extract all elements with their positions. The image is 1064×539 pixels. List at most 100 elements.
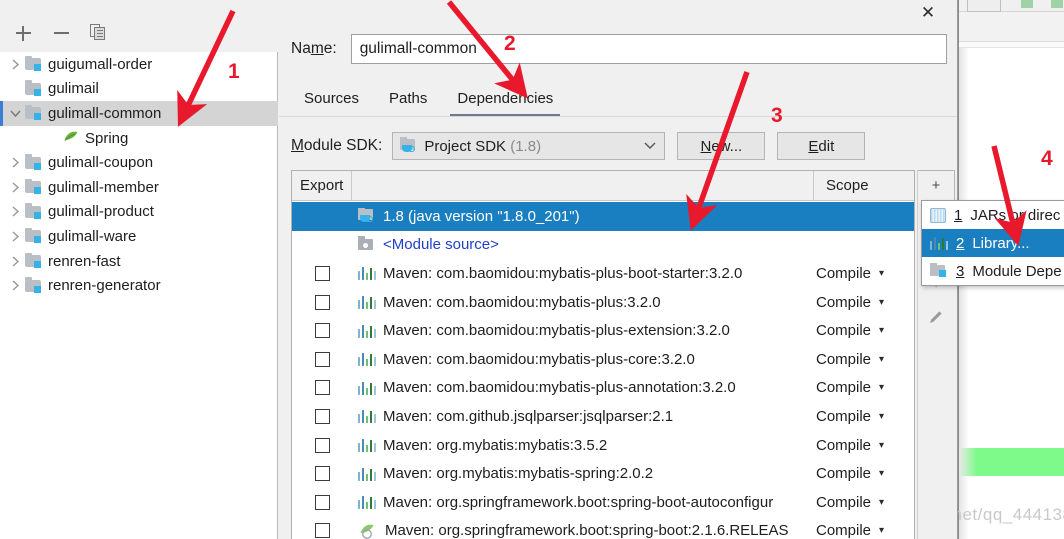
scope-value: Compile [816, 465, 872, 483]
menu-item-3[interactable]: 3 Module Depe [922, 257, 1064, 285]
chevron-down-icon[interactable]: ▾ [879, 297, 884, 308]
chevron-down-icon[interactable]: ▾ [879, 497, 884, 508]
tree-item-gulimall-product[interactable]: gulimall-product [0, 200, 278, 225]
column-header-name[interactable] [352, 171, 814, 200]
chevron-down-icon[interactable]: ▾ [879, 382, 884, 393]
cell-scope[interactable]: Compile ▾ [814, 437, 914, 454]
export-checkbox[interactable] [314, 265, 330, 281]
table-row[interactable]: 1.8 (java version "1.8.0_201") [292, 202, 914, 231]
edit-sdk-button[interactable]: Edit [777, 132, 866, 160]
module-name-label: Name: [291, 40, 337, 57]
new-sdk-button[interactable]: New... [677, 132, 766, 160]
cell-export [292, 466, 352, 482]
tree-expand-icon[interactable] [6, 224, 24, 249]
export-checkbox[interactable] [314, 294, 330, 310]
cell-name: Maven: org.mybatis:mybatis:3.5.2 [352, 437, 814, 454]
table-row[interactable]: Maven: com.github.jsqlparser:jsqlparser:… [292, 402, 914, 431]
table-row[interactable]: Maven: org.springframework.boot:spring-b… [292, 488, 914, 517]
chevron-down-icon [644, 138, 656, 154]
chevron-down-icon[interactable]: ▾ [879, 525, 884, 536]
cell-export [292, 351, 352, 367]
module-icon [24, 277, 44, 294]
menu-item-2[interactable]: 2 Library... [922, 229, 1064, 257]
export-checkbox[interactable] [314, 466, 330, 482]
column-header-export[interactable]: Export [292, 171, 352, 200]
table-row[interactable]: Maven: com.baomidou:mybatis-plus-annotat… [292, 374, 914, 403]
library-icon [358, 467, 377, 481]
chevron-down-icon[interactable]: ▾ [879, 354, 884, 365]
spring-icon [60, 130, 82, 146]
export-checkbox[interactable] [314, 351, 330, 367]
export-checkbox[interactable] [314, 437, 330, 453]
annotation-number-4: 4 [1041, 147, 1053, 170]
add-module-icon[interactable] [12, 22, 34, 44]
chevron-down-icon[interactable]: ▾ [879, 440, 884, 451]
export-checkbox[interactable] [314, 408, 330, 424]
module-sdk-select[interactable]: Project SDK (1.8) [392, 132, 666, 160]
cell-scope[interactable]: Compile ▾ [814, 522, 914, 539]
tree-collapse-icon[interactable] [6, 101, 24, 126]
cell-scope[interactable]: Compile ▾ [814, 322, 914, 339]
background-toolbar-button [967, 0, 1001, 12]
tree-item-renren-fast[interactable]: renren-fast [0, 249, 278, 274]
tree-item-label: renren-generator [48, 277, 161, 295]
module-sdk-row: Module SDK: Project SDK (1.8) New... Edi… [291, 131, 866, 161]
table-row[interactable]: Maven: com.baomidou:mybatis-plus-core:3.… [292, 345, 914, 374]
cell-scope[interactable]: Compile ▾ [814, 494, 914, 511]
dependency-label: Maven: com.baomidou:mybatis-plus:3.2.0 [383, 293, 661, 311]
table-row[interactable]: Maven: com.baomidou:mybatis-plus:3.2.0 Co… [292, 288, 914, 317]
tree-item-label: gulimall-product [48, 203, 154, 221]
tab-sources[interactable]: Sources [289, 90, 374, 116]
remove-module-icon[interactable] [50, 22, 72, 44]
cell-scope[interactable]: Compile ▾ [814, 351, 914, 368]
modules-tree-list: guigumall-order gulimail gulimall-common Sp… [0, 52, 278, 298]
column-header-scope[interactable]: Scope [814, 171, 914, 200]
tree-expand-icon[interactable] [6, 200, 24, 225]
table-row[interactable]: <Module source> [292, 231, 914, 260]
tree-expand-icon[interactable] [6, 249, 24, 274]
tree-expand-icon[interactable] [6, 52, 24, 77]
library-icon [358, 381, 377, 395]
tree-item-gulimall-coupon[interactable]: gulimall-coupon [0, 150, 278, 175]
chevron-down-icon[interactable]: ▾ [879, 325, 884, 336]
tab-paths[interactable]: Paths [374, 90, 442, 116]
chevron-down-icon[interactable]: ▾ [879, 268, 884, 279]
export-checkbox[interactable] [314, 523, 330, 539]
cell-scope[interactable]: Compile ▾ [814, 379, 914, 396]
tree-item-Spring[interactable]: Spring [0, 126, 278, 151]
tree-item-renren-generator[interactable]: renren-generator [0, 273, 278, 298]
tree-item-gulimall-ware[interactable]: gulimall-ware [0, 224, 278, 249]
export-checkbox[interactable] [314, 380, 330, 396]
cell-scope[interactable]: Compile ▾ [814, 294, 914, 311]
tree-item-label: gulimall-common [48, 104, 162, 122]
cell-scope[interactable]: Compile ▾ [814, 465, 914, 482]
menu-mnemonic: 1 [954, 206, 963, 224]
chevron-down-icon[interactable]: ▾ [879, 468, 884, 479]
copy-module-icon[interactable] [88, 22, 110, 44]
table-row[interactable]: Maven: org.mybatis:mybatis:3.5.2 Compile ▾ [292, 431, 914, 460]
tree-item-label: guigumall-order [48, 55, 153, 73]
cell-scope[interactable]: Compile ▾ [814, 265, 914, 282]
tree-expand-icon[interactable] [6, 175, 24, 200]
module-name-input[interactable] [350, 34, 947, 64]
table-row[interactable]: Maven: org.springframework.boot:spring-b… [292, 517, 914, 539]
tree-item-gulimall-common[interactable]: gulimall-common [0, 101, 278, 126]
tabs-divider [279, 116, 957, 117]
cell-name: Maven: com.github.jsqlparser:jsqlparser:… [352, 408, 814, 425]
export-checkbox[interactable] [314, 323, 330, 339]
module-editor-pane: Name: SourcesPathsDependencies Module SD… [279, 0, 957, 539]
cell-scope[interactable]: Compile ▾ [814, 408, 914, 425]
scope-value: Compile [816, 436, 872, 454]
table-row[interactable]: Maven: com.baomidou:mybatis-plus-extensi… [292, 316, 914, 345]
tree-expand-icon[interactable] [6, 150, 24, 175]
module-icon [930, 262, 948, 279]
chevron-down-icon[interactable]: ▾ [879, 411, 884, 422]
menu-item-1[interactable]: 1 JARs or direc [922, 201, 1064, 229]
table-row[interactable]: Maven: org.mybatis:mybatis-spring:2.0.2 C… [292, 459, 914, 488]
tree-expand-icon[interactable] [6, 273, 24, 298]
export-checkbox[interactable] [314, 494, 330, 510]
tab-dependencies[interactable]: Dependencies [442, 90, 568, 116]
table-row[interactable]: Maven: com.baomidou:mybatis-plus-boot-st… [292, 259, 914, 288]
tree-item-gulimall-member[interactable]: gulimall-member [0, 175, 278, 200]
